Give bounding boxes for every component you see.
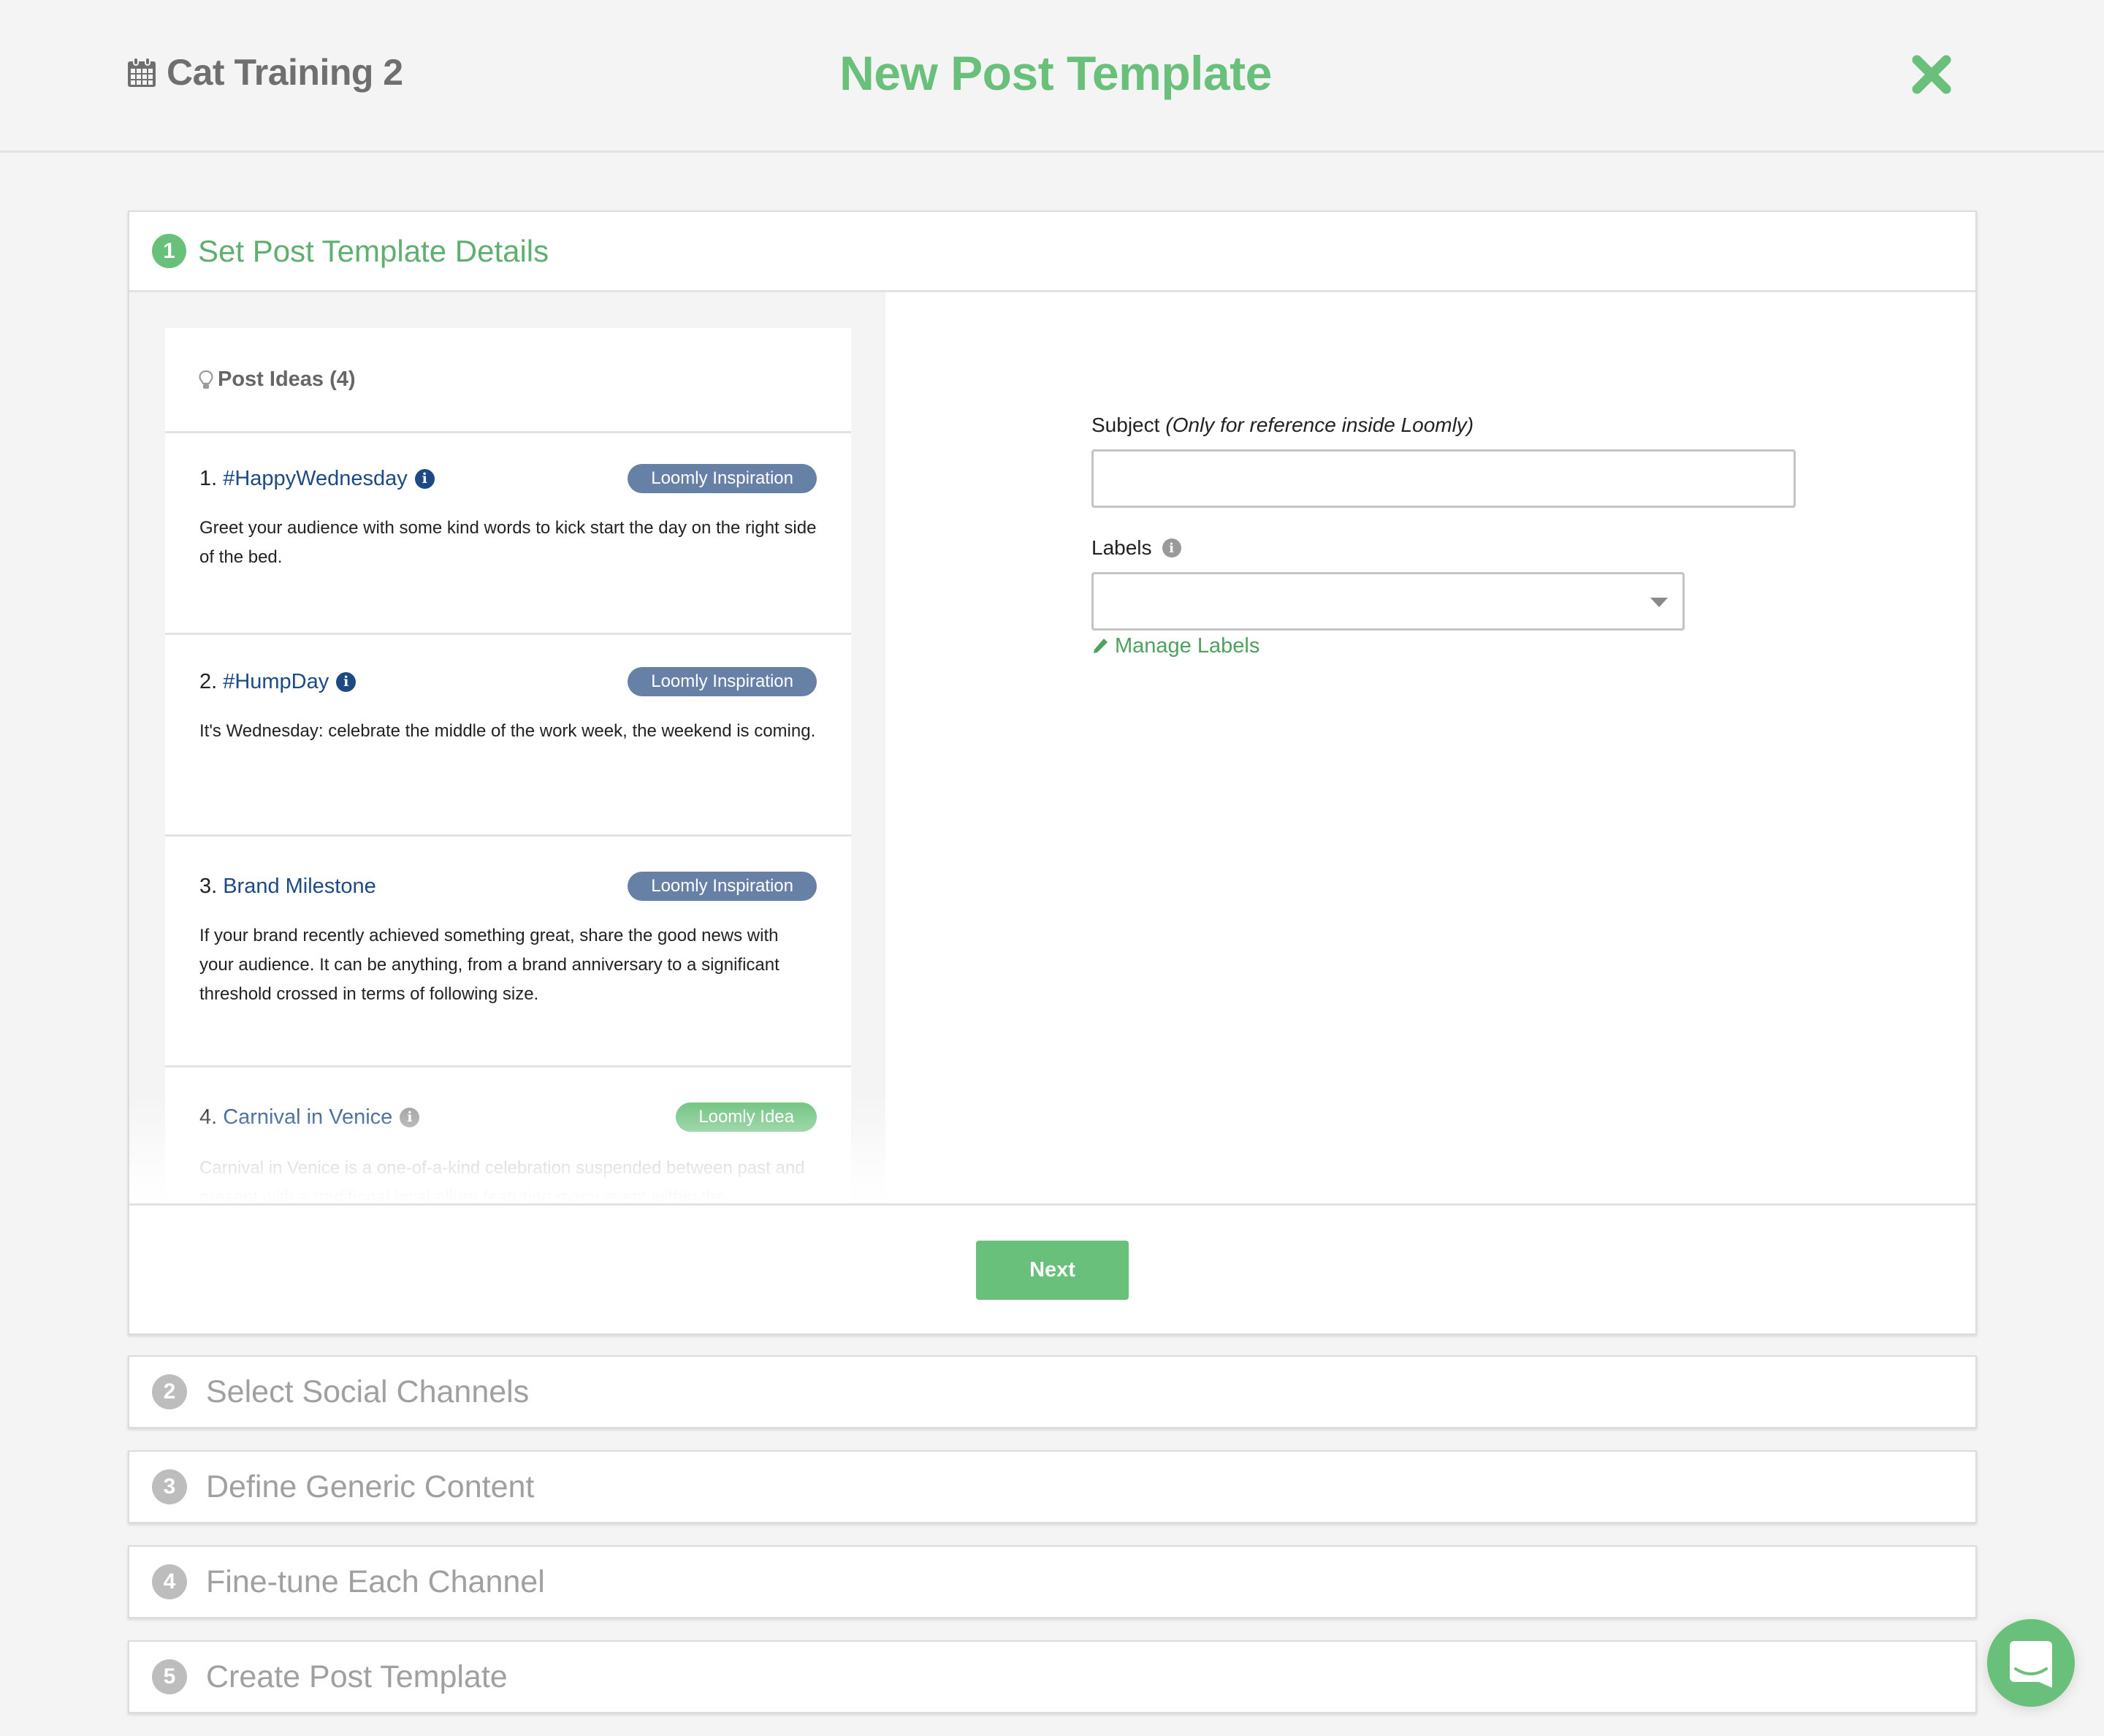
step-title: Define Generic Content — [206, 1469, 535, 1504]
subject-input[interactable] — [1091, 449, 1796, 508]
post-idea-item[interactable]: 4. Carnival in Venice i Loomly Idea Carn… — [165, 1067, 851, 1203]
close-x-icon — [1912, 55, 1951, 94]
subject-label: Subject (Only for reference inside Looml… — [1091, 414, 1474, 436]
chevron-down-icon — [1650, 598, 1668, 607]
post-ideas-list: Post Ideas (4) 1. #HappyWednesday i Loom… — [165, 328, 851, 1203]
idea-source-badge: Loomly Inspiration — [628, 872, 817, 901]
step-number-badge: 3 — [152, 1469, 187, 1504]
idea-index: 2. — [199, 669, 218, 693]
step-card-4[interactable]: 4 Fine-tune Each Channel — [128, 1545, 1977, 1618]
info-circle-icon[interactable]: i — [414, 468, 435, 489]
step-card-1: 1 Set Post Template Details Post Ideas (… — [128, 210, 1977, 1335]
step-number-badge: 2 — [152, 1374, 187, 1409]
step-card-3[interactable]: 3 Define Generic Content — [128, 1450, 1977, 1523]
idea-index: 4. — [199, 1105, 218, 1129]
idea-title-link[interactable]: #HappyWednesday — [223, 467, 408, 491]
step-number-badge: 5 — [152, 1659, 187, 1694]
idea-description: If your brand recently achieved somethin… — [199, 926, 780, 1004]
step-title: Select Social Channels — [206, 1374, 530, 1409]
step-number-badge: 1 — [152, 234, 186, 268]
step-number-badge: 4 — [152, 1564, 187, 1599]
idea-description: Carnival in Venice is a one-of-a-kind ce… — [199, 1158, 805, 1203]
labels-label: Labels i — [1091, 536, 1181, 560]
chat-launcher-button[interactable] — [1987, 1619, 2075, 1707]
step-card-5[interactable]: 5 Create Post Template — [128, 1640, 1977, 1713]
info-circle-icon[interactable]: i — [1162, 538, 1181, 557]
step-title: Create Post Template — [206, 1659, 508, 1694]
top-header: Cat Training 2 New Post Template — [0, 0, 2104, 153]
idea-title-link[interactable]: Carnival in Venice — [223, 1105, 392, 1130]
idea-index: 3. — [199, 874, 218, 898]
post-ideas-pane[interactable]: Post Ideas (4) 1. #HappyWednesday i Loom… — [129, 292, 885, 1203]
page-title: New Post Template — [839, 46, 1272, 100]
post-idea-item[interactable]: 2. #HumpDay i Loomly Inspiration It's We… — [165, 635, 851, 837]
lightbulb-icon — [199, 370, 213, 389]
next-button[interactable]: Next — [976, 1241, 1129, 1300]
idea-source-badge: Loomly Inspiration — [628, 667, 817, 696]
idea-index: 1. — [199, 466, 218, 490]
step-card-2[interactable]: 2 Select Social Channels — [128, 1355, 1977, 1428]
step-footer: Next — [129, 1203, 1975, 1333]
step-title: Fine-tune Each Channel — [206, 1564, 545, 1599]
info-circle-icon[interactable]: i — [336, 671, 357, 692]
idea-description: Greet your audience with some kind words… — [199, 518, 817, 567]
step-body: Post Ideas (4) 1. #HappyWednesday i Loom… — [129, 292, 1975, 1203]
idea-source-badge: Loomly Idea — [676, 1103, 817, 1132]
subject-hint: (Only for reference inside Loomly) — [1165, 414, 1474, 436]
idea-description: It's Wednesday: celebrate the middle of … — [199, 721, 816, 741]
template-details-form: Subject (Only for reference inside Looml… — [885, 292, 1975, 1203]
step-title: Set Post Template Details — [198, 233, 549, 268]
manage-labels-link[interactable]: Manage Labels — [1091, 634, 1259, 658]
idea-title-link[interactable]: Brand Milestone — [223, 875, 376, 899]
step-header-1[interactable]: 1 Set Post Template Details — [129, 212, 1975, 292]
post-ideas-title: Post Ideas (4) — [218, 368, 356, 391]
post-ideas-header: Post Ideas (4) — [165, 328, 851, 433]
pencil-icon — [1094, 638, 1108, 653]
idea-source-badge: Loomly Inspiration — [628, 464, 817, 493]
labels-select[interactable] — [1091, 572, 1685, 631]
chat-bubble-icon — [2010, 1641, 2052, 1688]
info-circle-icon[interactable]: i — [400, 1107, 420, 1127]
idea-title-link[interactable]: #HumpDay — [223, 670, 329, 694]
close-button[interactable] — [1911, 54, 1952, 95]
post-idea-item[interactable]: 3. Brand Milestone Loomly Inspiration If… — [165, 837, 851, 1067]
post-idea-item[interactable]: 1. #HappyWednesday i Loomly Inspiration … — [165, 433, 851, 635]
